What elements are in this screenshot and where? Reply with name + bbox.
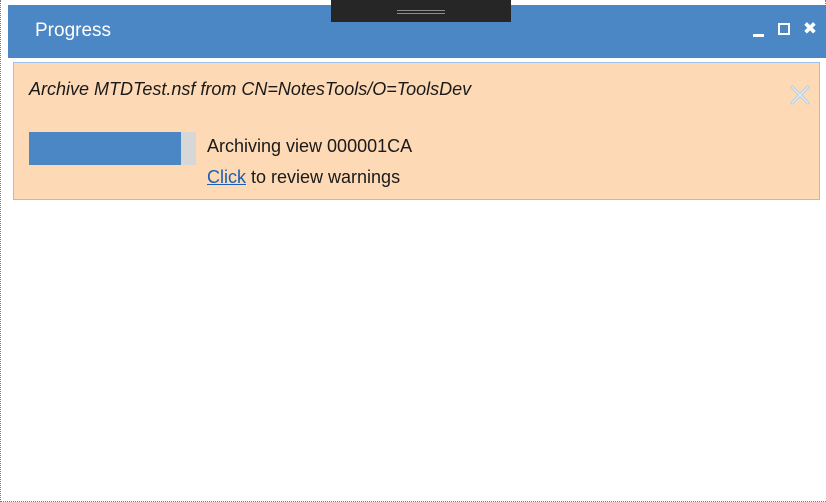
progress-bar (29, 132, 196, 165)
maximize-icon[interactable] (776, 19, 792, 39)
grip-line (397, 13, 445, 14)
dismiss-x-icon[interactable] (788, 83, 812, 107)
progress-bar-fill (29, 132, 181, 165)
close-icon[interactable]: ✖ (801, 19, 819, 39)
drag-grip[interactable] (331, 0, 511, 22)
task-item: Archive MTDTest.nsf from CN=NotesTools/O… (13, 62, 820, 200)
task-title: Archive MTDTest.nsf from CN=NotesTools/O… (29, 79, 472, 99)
minimize-icon[interactable] (751, 19, 767, 39)
task-status: Archiving view 000001CA (207, 136, 413, 156)
grip-line (397, 10, 445, 11)
window-title: Progress (35, 20, 112, 41)
warnings-line: Click to review warnings (207, 167, 400, 188)
task-list: Archive MTDTest.nsf from CN=NotesTools/O… (9, 58, 826, 501)
review-warnings-link[interactable]: Click (207, 167, 246, 187)
progress-window: Progress ✖ Archive MTDTest.nsf from CN=N… (0, 0, 826, 502)
warnings-suffix: to review warnings (246, 167, 401, 187)
